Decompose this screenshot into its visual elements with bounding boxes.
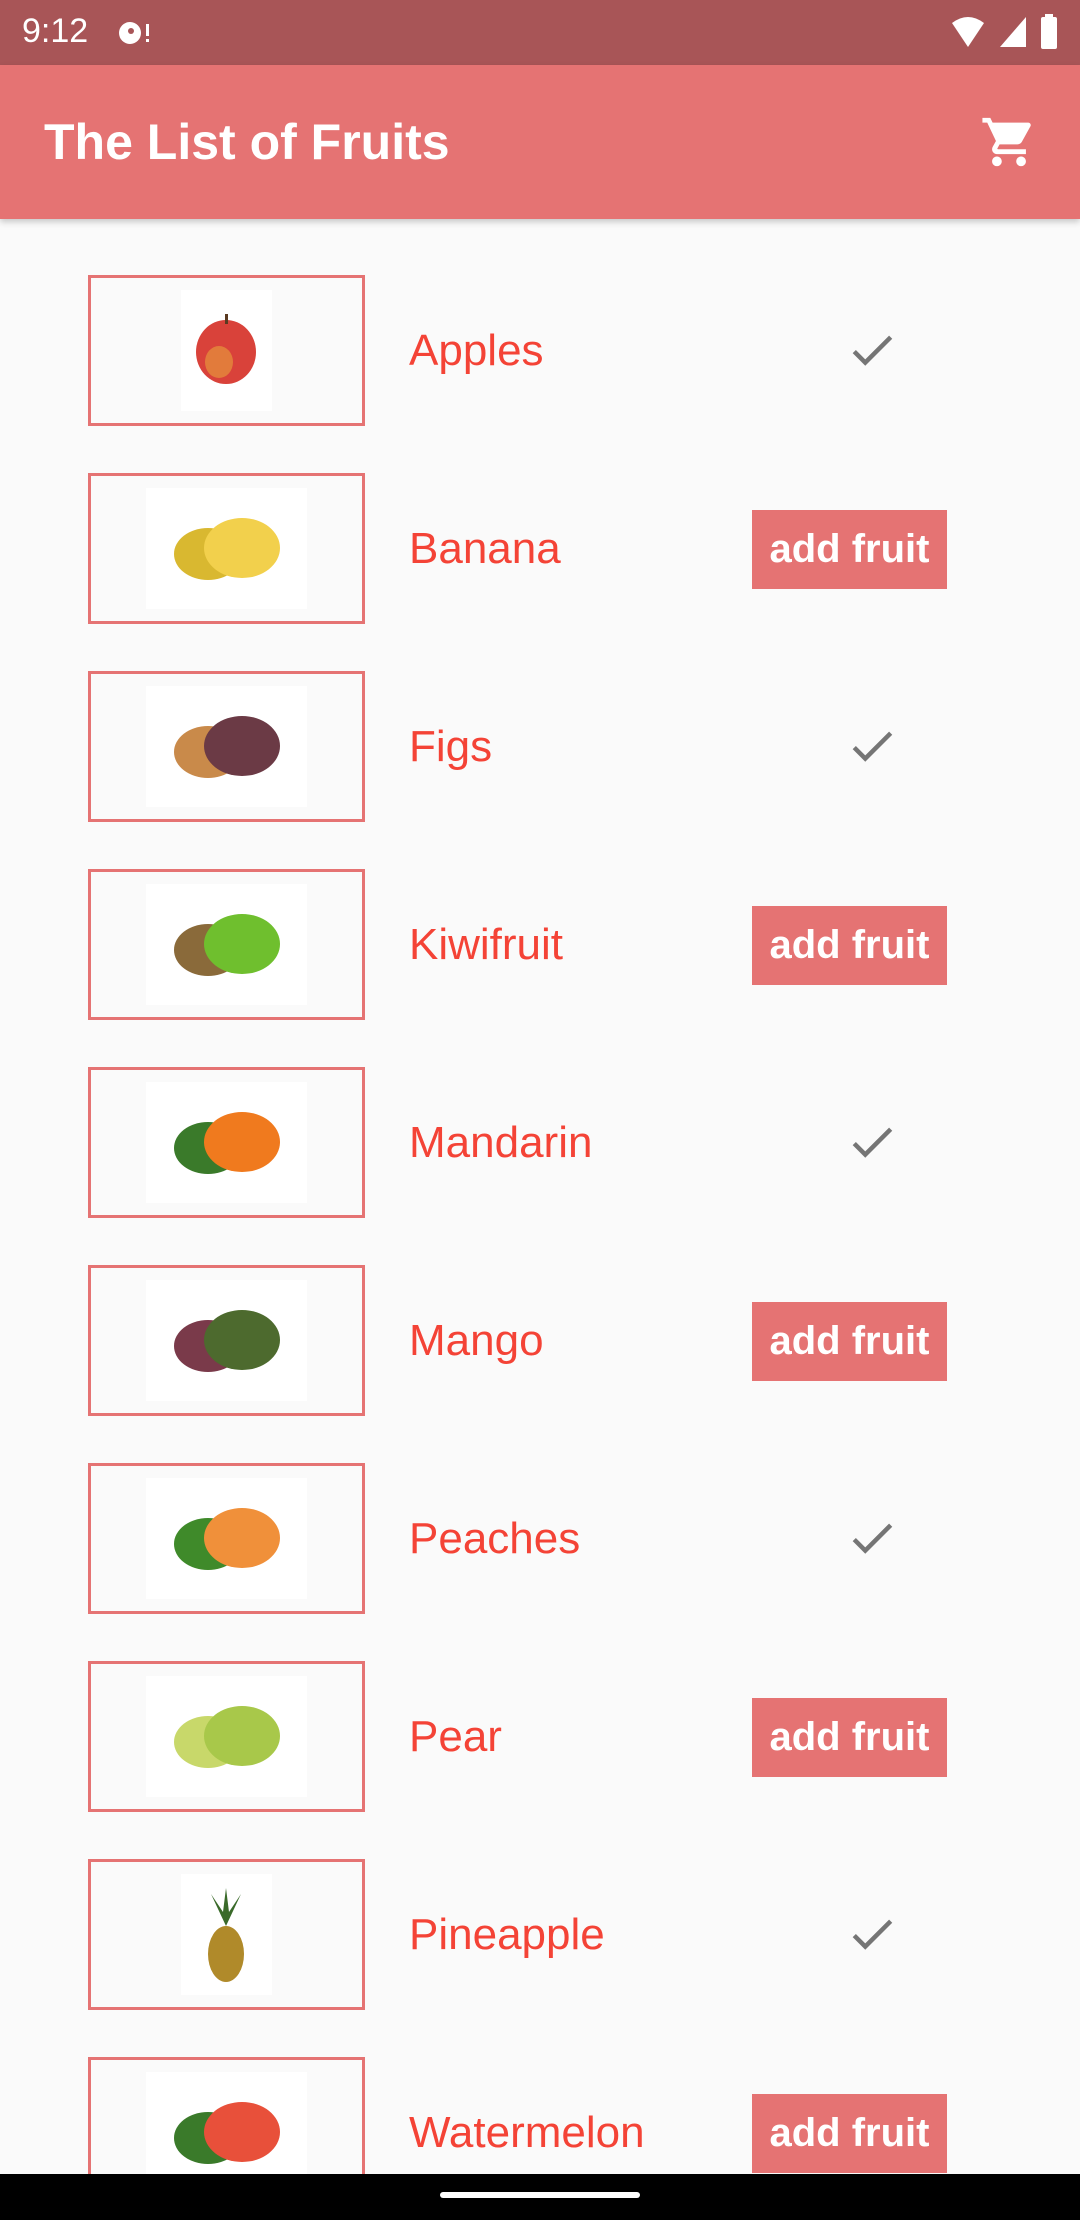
add-fruit-button[interactable]: add fruit (752, 1698, 947, 1777)
navigation-bar (0, 2174, 1080, 2220)
fruit-name: Pear (409, 1712, 502, 1761)
page-title: The List of Fruits (44, 114, 450, 170)
fruit-image (146, 1280, 307, 1401)
fruit-name: Mango (409, 1316, 544, 1365)
fruit-image-frame (88, 1463, 365, 1614)
home-gesture-handle[interactable] (440, 2192, 640, 2198)
fruit-name: Peaches (409, 1514, 581, 1563)
fruit-image (146, 2072, 307, 2174)
fruit-image (146, 488, 307, 609)
fruit-image-frame (88, 275, 365, 426)
fruit-row: Watermelon add fruit (0, 2057, 1080, 2174)
fruit-row: Mandarin (0, 1067, 1080, 1218)
add-fruit-button[interactable]: add fruit (752, 1302, 947, 1381)
check-icon (852, 1523, 893, 1554)
notification-icon (119, 22, 149, 44)
fruit-name: Kiwifruit (409, 920, 564, 969)
fruit-image-frame (88, 1067, 365, 1218)
fruit-image (181, 1874, 272, 1995)
fruit-image-frame (88, 869, 365, 1020)
status-time: 9:12 (22, 12, 89, 50)
add-fruit-button[interactable]: add fruit (752, 510, 947, 589)
add-fruit-button[interactable]: add fruit (752, 2094, 947, 2173)
check-icon (852, 1919, 893, 1950)
status-bar: 9:12 (0, 0, 1080, 65)
shopping-cart-icon[interactable] (980, 113, 1038, 171)
fruit-list[interactable]: Apples Banana add fruit Figs Kiwifruit a… (0, 219, 1080, 2174)
fruit-image-frame (88, 473, 365, 624)
fruit-row: Mango add fruit (0, 1265, 1080, 1416)
fruit-image (146, 884, 307, 1005)
fruit-row: Kiwifruit add fruit (0, 869, 1080, 1020)
fruit-image (146, 1478, 307, 1599)
fruit-row: Banana add fruit (0, 473, 1080, 624)
fruit-name: Watermelon (409, 2108, 645, 2157)
fruit-image-frame (88, 1265, 365, 1416)
battery-icon (1041, 14, 1057, 49)
fruit-image-frame (88, 671, 365, 822)
fruit-name: Mandarin (409, 1118, 593, 1167)
fruit-row: Apples (0, 275, 1080, 426)
fruit-row: Pineapple (0, 1859, 1080, 2010)
fruit-image (146, 1082, 307, 1203)
fruit-name: Banana (409, 524, 561, 573)
fruit-image-frame (88, 1661, 365, 1812)
check-icon (852, 335, 893, 366)
app-bar: The List of Fruits (0, 65, 1080, 219)
signal-icon (1000, 17, 1026, 47)
fruit-name: Apples (409, 326, 544, 375)
fruit-name: Figs (409, 722, 493, 771)
add-fruit-button[interactable]: add fruit (752, 906, 947, 985)
fruit-image-frame (88, 2057, 365, 2174)
fruit-image (146, 1676, 307, 1797)
fruit-image-frame (88, 1859, 365, 2010)
fruit-image (181, 290, 272, 411)
check-icon (852, 731, 893, 762)
fruit-name: Pineapple (409, 1910, 605, 1959)
check-icon (852, 1127, 893, 1158)
fruit-row: Figs (0, 671, 1080, 822)
fruit-image (146, 686, 307, 807)
fruit-row: Pear add fruit (0, 1661, 1080, 1812)
fruit-row: Peaches (0, 1463, 1080, 1614)
wifi-icon (952, 17, 984, 47)
